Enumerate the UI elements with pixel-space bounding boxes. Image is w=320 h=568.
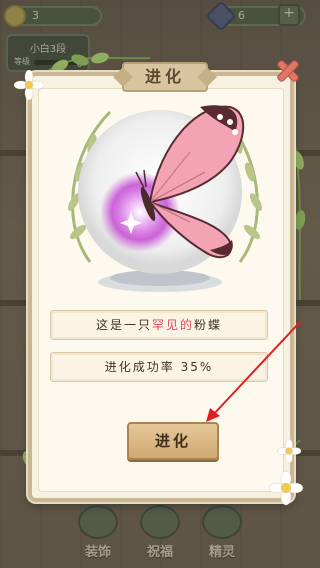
annotation-arrow <box>206 321 301 422</box>
